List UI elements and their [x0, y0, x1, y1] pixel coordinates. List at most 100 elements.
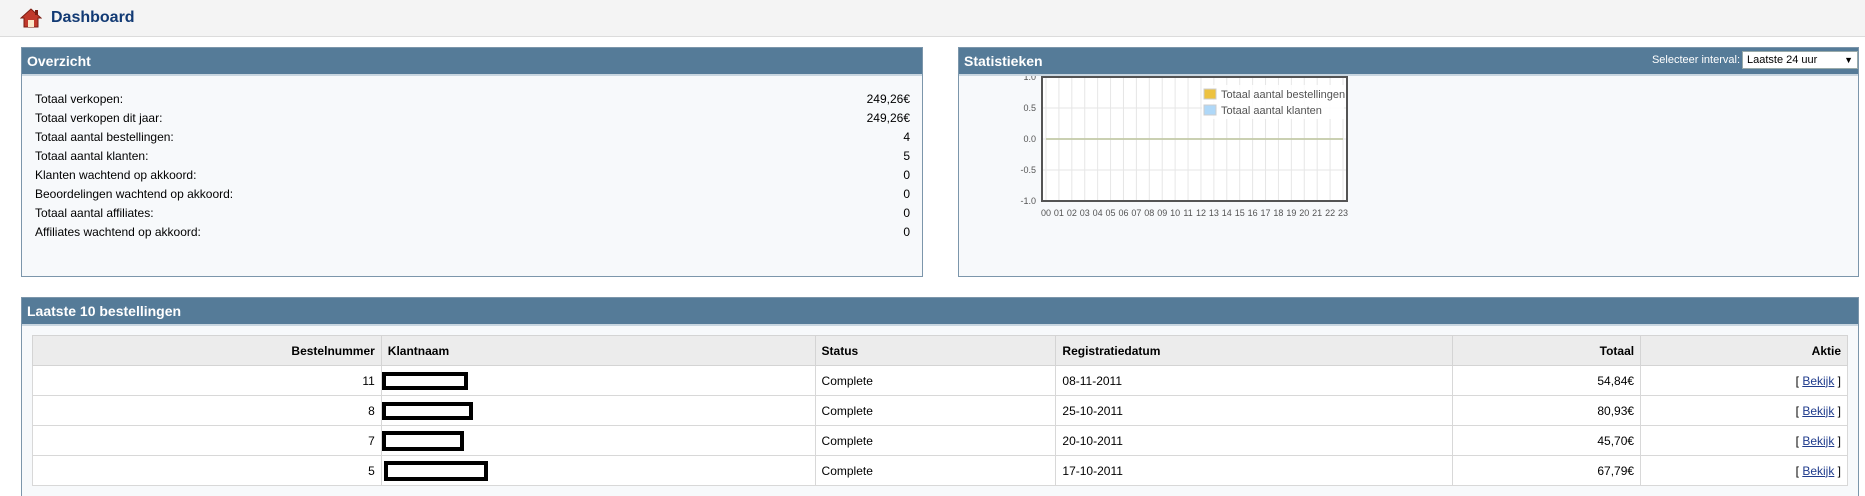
chart-x-tick-label: 10	[1170, 208, 1180, 218]
order-number: 8	[32, 395, 382, 426]
column-header-registration-date[interactable]: Registratiedatum	[1055, 335, 1454, 366]
overview-value: 0	[903, 206, 910, 220]
interval-select[interactable]: Laatste 24 uur ▼	[1742, 51, 1858, 69]
order-date: 25-10-2011	[1055, 395, 1454, 426]
overview-list: Totaal verkopen: 249,26€ Totaal verkopen …	[35, 90, 910, 242]
chart-x-tick-label: 01	[1054, 208, 1064, 218]
view-order-link[interactable]: Bekijk	[1802, 464, 1834, 478]
chart-y-tick-label: 0.5	[1023, 103, 1036, 113]
column-header-status[interactable]: Status	[814, 335, 1057, 366]
overview-row: Beoordelingen wachtend op akkoord: 0	[35, 185, 910, 204]
statistics-chart: 00 01 02 03 04 05 06 07 08 09 10 11 12 13 14 15 16 17 18 19…	[1020, 76, 1348, 218]
chart-x-tick-label: 18	[1273, 208, 1283, 218]
order-total: 80,93€	[1452, 395, 1642, 426]
order-total: 67,79€	[1452, 455, 1642, 486]
overview-row: Totaal verkopen: 249,26€	[35, 90, 910, 109]
chart-x-tick-label: 20	[1299, 208, 1309, 218]
chart-y-tick-label: 0.0	[1023, 134, 1036, 144]
order-action: [ Bekijk ]	[1640, 455, 1848, 486]
overview-value: 5	[903, 149, 910, 163]
order-number: 11	[32, 365, 382, 396]
chart-x-tick-label: 03	[1080, 208, 1090, 218]
overview-title: Overzicht	[22, 48, 922, 76]
overview-label: Affiliates wachtend op akkoord:	[35, 225, 201, 239]
overview-label: Klanten wachtend op akkoord:	[35, 168, 197, 182]
customer-name-redacted	[380, 425, 816, 456]
overview-row: Klanten wachtend op akkoord: 0	[35, 166, 910, 185]
column-header-action: Aktie	[1640, 335, 1848, 366]
interval-select-value: Laatste 24 uur	[1747, 54, 1818, 66]
order-total: 45,70€	[1452, 425, 1642, 456]
overview-label: Totaal aantal affiliates:	[35, 206, 154, 220]
view-order-link[interactable]: Bekijk	[1802, 374, 1834, 388]
orders-panel: Laatste 10 bestellingen Bestelnummer Kla…	[21, 297, 1859, 496]
table-row: 5 Complete 17-10-2011 67,79€ [ Bekijk ]	[32, 455, 1848, 486]
chart-legend-swatch	[1203, 88, 1217, 100]
home-icon[interactable]	[20, 7, 42, 29]
chart-x-tick-label: 23	[1338, 208, 1348, 218]
view-order-link[interactable]: Bekijk	[1802, 404, 1834, 418]
order-number: 7	[32, 425, 382, 456]
orders-header-row: Bestelnummer Klantnaam Status Registrati…	[32, 335, 1848, 366]
chart-x-tick-label: 19	[1286, 208, 1296, 218]
chart-x-tick-label: 04	[1093, 208, 1103, 218]
overview-value: 249,26€	[866, 111, 910, 125]
chart-x-tick-label: 22	[1325, 208, 1335, 218]
overview-panel: Overzicht Totaal verkopen: 249,26€ Totaal…	[21, 47, 923, 277]
chart-y-tick-label: 1.0	[1023, 76, 1036, 82]
column-header-total[interactable]: Totaal	[1452, 335, 1642, 366]
chart-x-tick-label: 21	[1312, 208, 1322, 218]
order-number: 5	[32, 455, 382, 486]
overview-value: 0	[903, 187, 910, 201]
chart-x-tick-label: 08	[1144, 208, 1154, 218]
chart-x-tick-label: 16	[1248, 208, 1258, 218]
chart-x-tick-label: 14	[1222, 208, 1232, 218]
table-row: 7 Complete 20-10-2011 45,70€ [ Bekijk ]	[32, 425, 1848, 456]
order-status: Complete	[814, 455, 1057, 486]
overview-row: Totaal aantal klanten: 5	[35, 147, 910, 166]
overview-row: Affiliates wachtend op akkoord: 0	[35, 223, 910, 242]
column-header-customer-name[interactable]: Klantnaam	[380, 335, 816, 366]
table-row: 11 Complete 08-11-2011 54,84€ [ Bekijk ]	[32, 365, 1848, 396]
order-status: Complete	[814, 425, 1057, 456]
overview-label: Totaal aantal bestellingen:	[35, 130, 174, 144]
chart-x-tick-label: 15	[1235, 208, 1245, 218]
chart-x-tick-label: 07	[1131, 208, 1141, 218]
order-status: Complete	[814, 365, 1057, 396]
overview-row: Totaal aantal affiliates: 0	[35, 204, 910, 223]
chart-x-tick-label: 11	[1183, 208, 1192, 218]
customer-name-redacted	[380, 455, 816, 486]
overview-value: 4	[903, 130, 910, 144]
chart-legend-swatch	[1203, 104, 1217, 116]
overview-row: Totaal aantal bestellingen: 4	[35, 128, 910, 147]
chart-x-tick-label: 12	[1196, 208, 1206, 218]
column-header-order-number[interactable]: Bestelnummer	[32, 335, 382, 366]
order-status: Complete	[814, 395, 1057, 426]
statistics-panel: Statistieken Selecteer interval: Laatste…	[958, 47, 1859, 277]
order-date: 20-10-2011	[1055, 425, 1454, 456]
statistics-header: Statistieken Selecteer interval: Laatste…	[959, 48, 1858, 76]
table-row: 8 Complete 25-10-2011 80,93€ [ Bekijk ]	[32, 395, 1848, 426]
chart-x-tick-label: 02	[1067, 208, 1077, 218]
chevron-down-icon: ▼	[1844, 55, 1853, 65]
statistics-title: Statistieken	[964, 53, 1043, 69]
order-total: 54,84€	[1452, 365, 1642, 396]
order-date: 17-10-2011	[1055, 455, 1454, 486]
chart-x-tick-label: 05	[1106, 208, 1116, 218]
overview-value: 249,26€	[866, 92, 910, 106]
customer-name-redacted	[380, 395, 816, 426]
order-date: 08-11-2011	[1055, 365, 1454, 396]
overview-label: Totaal verkopen:	[35, 92, 124, 106]
overview-label: Beoordelingen wachtend op akkoord:	[35, 187, 234, 201]
overview-value: 0	[903, 225, 910, 239]
chart-y-tick-label: -0.5	[1020, 165, 1036, 175]
overview-value: 0	[903, 168, 910, 182]
chart-legend-label: Totaal aantal klanten	[1221, 105, 1322, 117]
view-order-link[interactable]: Bekijk	[1802, 434, 1834, 448]
order-action: [ Bekijk ]	[1640, 425, 1848, 456]
interval-label: Selecteer interval:	[1651, 54, 1740, 66]
chart-x-tick-label: 06	[1118, 208, 1128, 218]
top-bar: Dashboard	[0, 0, 1865, 37]
orders-table: Bestelnummer Klantnaam Status Registrati…	[32, 335, 1848, 486]
overview-label: Totaal verkopen dit jaar:	[35, 111, 163, 125]
